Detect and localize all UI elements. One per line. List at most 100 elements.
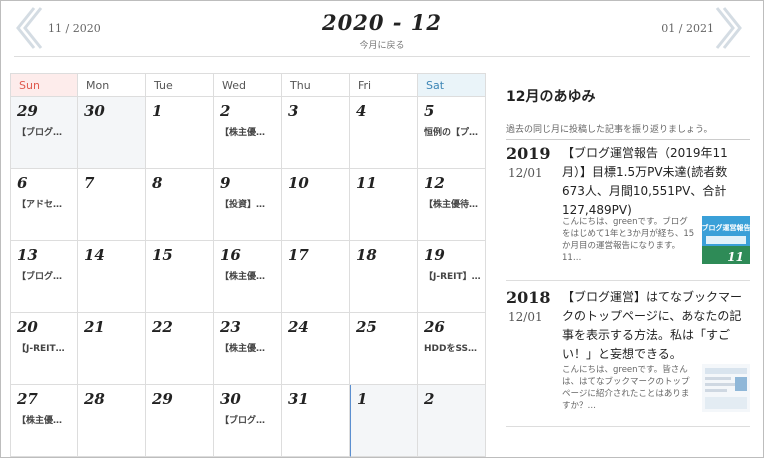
next-month-link[interactable]: 01 / 2021 (661, 22, 714, 35)
calendar-week-row: 27 【株主優… 28 29 30 【ブログ… 31 1 2 (10, 385, 490, 457)
calendar-day-cell[interactable]: 4 (350, 97, 418, 169)
day-post-link[interactable]: 【株主優… (17, 413, 77, 426)
calendar-day-cell[interactable]: 1 (146, 97, 214, 169)
calendar-day-cell[interactable]: 6 【アドセ… (10, 169, 78, 241)
calendar-day-cell[interactable]: 5 恒例の【プ… (418, 97, 486, 169)
panel-description: 過去の同じ月に投稿した記事を振り返りましょう。 (506, 125, 713, 135)
calendar-day-cell[interactable]: 17 (282, 241, 350, 313)
calendar-day-cell[interactable]: 11 (350, 169, 418, 241)
back-to-this-month-link[interactable]: 今月に戻る (0, 38, 764, 51)
day-number: 1 (357, 390, 368, 408)
day-number: 25 (356, 318, 377, 336)
day-number: 26 (424, 318, 445, 336)
day-number: 8 (152, 174, 163, 192)
calendar-day-cell[interactable]: 1 (350, 385, 418, 457)
calendar-day-cell[interactable]: 30 【ブログ… (214, 385, 282, 457)
header-divider (14, 56, 750, 57)
calendar-day-cell[interactable]: 20 【J-REIT… (10, 313, 78, 385)
calendar-day-cell[interactable]: 7 (78, 169, 146, 241)
calendar-day-cell[interactable]: 16 【株主優… (214, 241, 282, 313)
day-post-link[interactable]: 【株主優… (220, 269, 281, 282)
calendar-grid: Sun Mon Tue Wed Thu Fri Sat 29 【ブログ… 30 1 2 【株主優… 3 4… (10, 73, 490, 457)
calendar-day-cell[interactable]: 14 (78, 241, 146, 313)
calendar-day-cell[interactable]: 28 (78, 385, 146, 457)
calendar-day-cell[interactable]: 30 (78, 97, 146, 169)
day-number: 18 (356, 246, 377, 264)
post-year: 2019 (506, 144, 551, 163)
day-number: 22 (152, 318, 173, 336)
calendar-day-cell[interactable]: 24 (282, 313, 350, 385)
calendar-day-cell[interactable]: 15 (146, 241, 214, 313)
calendar-day-cell[interactable]: 27 【株主優… (10, 385, 78, 457)
day-number: 27 (17, 390, 38, 408)
calendar-day-cell[interactable]: 29 (146, 385, 214, 457)
calendar-day-cell[interactable]: 8 (146, 169, 214, 241)
calendar-day-cell[interactable]: 23 【株主優… (214, 313, 282, 385)
post-divider (506, 280, 750, 281)
monthly-history-panel: 12月のあゆみ 過去の同じ月に投稿した記事を振り返りましょう。 2019 12/… (506, 86, 751, 427)
day-post-link[interactable]: 恒例の【プ… (424, 125, 485, 138)
day-number: 29 (152, 390, 173, 408)
day-post-link[interactable]: 【J-REIT… (17, 341, 77, 354)
dow-tue-header: Tue (146, 73, 214, 97)
day-number: 15 (152, 246, 173, 264)
post-title[interactable]: 【ブログ運営】はてなブックマークのトップページに、あなたの記事を表示する方法。私… (562, 288, 748, 364)
day-number: 2 (220, 102, 231, 120)
day-number: 13 (17, 246, 38, 264)
calendar-day-cell[interactable]: 2 (418, 385, 486, 457)
day-post-link[interactable]: 【ブログ… (220, 413, 281, 426)
calendar-week-row: 6 【アドセ… 7 8 9 【投資】… 10 11 12 【株主優待… (10, 169, 490, 241)
calendar-day-cell[interactable]: 19 【J-REIT】… (418, 241, 486, 313)
post-divider (506, 426, 750, 427)
day-post-link[interactable]: 【J-REIT】… (424, 269, 485, 282)
calendar-day-cell[interactable]: 10 (282, 169, 350, 241)
calendar-day-cell[interactable]: 29 【ブログ… (10, 97, 78, 169)
calendar-week-row: 20 【J-REIT… 21 22 23 【株主優… 24 25 26 HDDをSS… (10, 313, 490, 385)
day-post-link[interactable]: 【株主優… (220, 341, 281, 354)
post-title[interactable]: 【ブログ運営報告（2019年11月）】目標1.5万PV未達(読者数673人、月間… (562, 144, 748, 220)
day-number: 2 (424, 390, 435, 408)
calendar-day-cell[interactable]: 3 (282, 97, 350, 169)
day-number: 20 (17, 318, 38, 336)
calendar-day-cell[interactable]: 21 (78, 313, 146, 385)
calendar-day-cell[interactable]: 26 HDDをSS… (418, 313, 486, 385)
day-post-link[interactable]: 【ブログ… (17, 125, 77, 138)
day-number: 6 (17, 174, 28, 192)
day-number: 28 (84, 390, 105, 408)
svg-text:11: 11 (727, 250, 744, 264)
day-post-link[interactable]: 【株主優… (220, 125, 281, 138)
history-post-2018[interactable]: 2018 12/01 【ブログ運営】はてなブックマークのトップページに、あなたの… (506, 288, 750, 428)
calendar-day-cell[interactable]: 12 【株主優待… (418, 169, 486, 241)
day-number: 5 (424, 102, 435, 120)
dow-sat-header: Sat (418, 73, 486, 97)
calendar-day-cell[interactable]: 9 【投資】… (214, 169, 282, 241)
calendar-day-cell[interactable]: 25 (350, 313, 418, 385)
day-number: 7 (84, 174, 95, 192)
calendar-day-cell[interactable]: 31 (282, 385, 350, 457)
thumb-caption: ブログ運営報告 (702, 223, 750, 232)
dow-fri-header: Fri (350, 73, 418, 97)
post-excerpt: こんにちは、greenです。皆さんは、はてなブックマークのトップページに紹介され… (562, 365, 690, 411)
day-post-link[interactable]: 【アドセ… (17, 197, 77, 210)
history-post-2019[interactable]: 2019 12/01 【ブログ運営報告（2019年11月）】目標1.5万PV未達… (506, 144, 751, 284)
calendar-day-cell[interactable]: 18 (350, 241, 418, 313)
day-number: 31 (288, 390, 309, 408)
day-post-link[interactable]: 【ブログ… (17, 269, 77, 282)
day-number: 14 (84, 246, 105, 264)
calendar-week-row: 29 【ブログ… 30 1 2 【株主優… 3 4 5 恒例の【プ… (10, 97, 490, 169)
day-post-link[interactable]: HDDをSS… (424, 341, 485, 354)
calendar-day-cell[interactable]: 22 (146, 313, 214, 385)
calendar-day-cell[interactable]: 2 【株主優… (214, 97, 282, 169)
dow-sun-header: Sun (10, 73, 78, 97)
day-number: 10 (288, 174, 309, 192)
next-month-chevron-icon[interactable] (714, 6, 744, 50)
day-number: 9 (220, 174, 231, 192)
post-thumbnail[interactable]: ブログ運営報告 11 (702, 216, 751, 264)
weekday-header-row: Sun Mon Tue Wed Thu Fri Sat (10, 73, 490, 97)
day-number: 3 (288, 102, 299, 120)
post-thumbnail[interactable] (702, 364, 750, 412)
calendar-day-cell[interactable]: 13 【ブログ… (10, 241, 78, 313)
day-post-link[interactable]: 【投資】… (220, 197, 281, 210)
day-post-link[interactable]: 【株主優待… (424, 197, 485, 210)
day-number: 23 (220, 318, 241, 336)
